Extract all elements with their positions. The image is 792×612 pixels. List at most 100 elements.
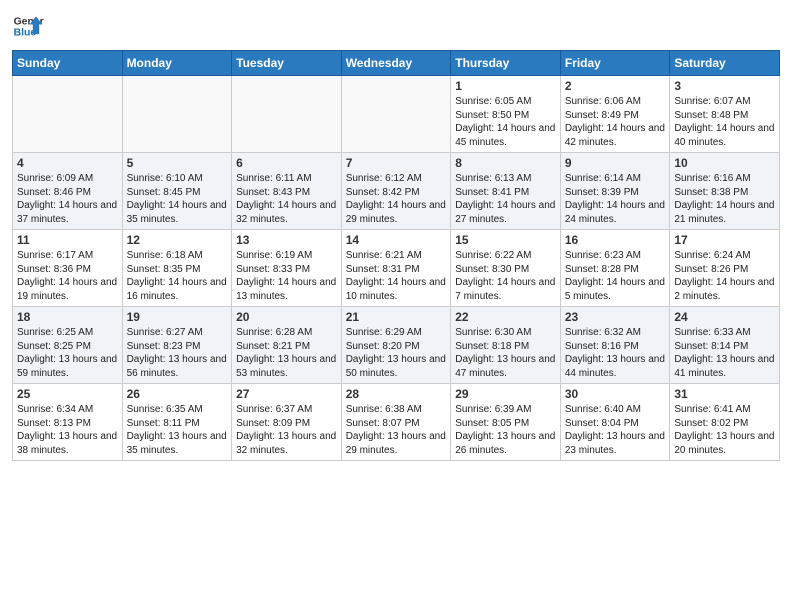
day-number: 10 [674, 156, 775, 170]
day-info: Sunrise: 6:29 AM Sunset: 8:20 PM Dayligh… [346, 326, 447, 380]
page-container: General Blue SundayMondayTuesdayWednesda… [0, 0, 792, 469]
day-number: 14 [346, 233, 447, 247]
calendar-week-row: 25 Sunrise: 6:34 AM Sunset: 8:13 PM Dayli… [13, 384, 780, 461]
day-info: Sunrise: 6:41 AM Sunset: 8:02 PM Dayligh… [674, 403, 775, 457]
calendar-table: SundayMondayTuesdayWednesdayThursdayFrid… [12, 50, 780, 461]
header-tuesday: Tuesday [232, 51, 342, 76]
day-info: Sunrise: 6:18 AM Sunset: 8:35 PM Dayligh… [127, 249, 228, 303]
day-info: Sunrise: 6:24 AM Sunset: 8:26 PM Dayligh… [674, 249, 775, 303]
day-info: Sunrise: 6:30 AM Sunset: 8:18 PM Dayligh… [455, 326, 556, 380]
day-number: 8 [455, 156, 556, 170]
day-number: 21 [346, 310, 447, 324]
header-friday: Friday [560, 51, 670, 76]
day-number: 9 [565, 156, 666, 170]
day-number: 16 [565, 233, 666, 247]
calendar-cell: 4 Sunrise: 6:09 AM Sunset: 8:46 PM Daylig… [13, 153, 123, 230]
calendar-cell: 21 Sunrise: 6:29 AM Sunset: 8:20 PM Dayli… [341, 307, 451, 384]
header-saturday: Saturday [670, 51, 780, 76]
day-info: Sunrise: 6:06 AM Sunset: 8:49 PM Dayligh… [565, 95, 666, 149]
day-number: 12 [127, 233, 228, 247]
calendar-cell: 23Sunrise: 6:32 AM Sunset: 8:16 PM Dayli… [560, 307, 670, 384]
calendar-cell: 2 Sunrise: 6:06 AM Sunset: 8:49 PM Daylig… [560, 76, 670, 153]
day-number: 18 [17, 310, 118, 324]
day-number: 4 [17, 156, 118, 170]
day-number: 3 [674, 79, 775, 93]
day-number: 20 [236, 310, 337, 324]
day-info: Sunrise: 6:12 AM Sunset: 8:42 PM Dayligh… [346, 172, 447, 226]
day-number: 7 [346, 156, 447, 170]
calendar-week-row: 18 Sunrise: 6:25 AM Sunset: 8:25 PM Dayli… [13, 307, 780, 384]
header: General Blue [12, 10, 780, 42]
calendar-cell: 3 Sunrise: 6:07 AM Sunset: 8:48 PM Daylig… [670, 76, 780, 153]
calendar-cell: 16 Sunrise: 6:23 AM Sunset: 8:28 PM Dayli… [560, 230, 670, 307]
calendar-cell: 29Sunrise: 6:39 AM Sunset: 8:05 PM Dayli… [451, 384, 561, 461]
header-sunday: Sunday [13, 51, 123, 76]
day-number: 15 [455, 233, 556, 247]
day-info: Sunrise: 6:21 AM Sunset: 8:31 PM Dayligh… [346, 249, 447, 303]
header-thursday: Thursday [451, 51, 561, 76]
calendar-cell: 22 Sunrise: 6:30 AM Sunset: 8:18 PM Dayli… [451, 307, 561, 384]
logo-icon: General Blue [12, 10, 44, 42]
calendar-cell: 10Sunrise: 6:16 AM Sunset: 8:38 PM Dayli… [670, 153, 780, 230]
day-info: Sunrise: 6:22 AM Sunset: 8:30 PM Dayligh… [455, 249, 556, 303]
day-number: 22 [455, 310, 556, 324]
calendar-cell: 30 Sunrise: 6:40 AM Sunset: 8:04 PM Dayli… [560, 384, 670, 461]
day-info: Sunrise: 6:25 AM Sunset: 8:25 PM Dayligh… [17, 326, 118, 380]
day-info: Sunrise: 6:37 AM Sunset: 8:09 PM Dayligh… [236, 403, 337, 457]
day-info: Sunrise: 6:35 AM Sunset: 8:11 PM Dayligh… [127, 403, 228, 457]
day-number: 2 [565, 79, 666, 93]
day-info: Sunrise: 6:27 AM Sunset: 8:23 PM Dayligh… [127, 326, 228, 380]
day-number: 6 [236, 156, 337, 170]
header-monday: Monday [122, 51, 232, 76]
day-info: Sunrise: 6:11 AM Sunset: 8:43 PM Dayligh… [236, 172, 337, 226]
header-wednesday: Wednesday [341, 51, 451, 76]
calendar-cell [122, 76, 232, 153]
day-number: 1 [455, 79, 556, 93]
calendar-cell: 20 Sunrise: 6:28 AM Sunset: 8:21 PM Dayli… [232, 307, 342, 384]
logo: General Blue [12, 10, 44, 42]
day-number: 27 [236, 387, 337, 401]
calendar-cell: 6 Sunrise: 6:11 AM Sunset: 8:43 PM Daylig… [232, 153, 342, 230]
calendar-cell: 17 Sunrise: 6:24 AM Sunset: 8:26 PM Dayli… [670, 230, 780, 307]
calendar-cell [13, 76, 123, 153]
day-number: 28 [346, 387, 447, 401]
calendar-week-row: 11Sunrise: 6:17 AM Sunset: 8:36 PM Dayli… [13, 230, 780, 307]
calendar-week-row: 1 Sunrise: 6:05 AM Sunset: 8:50 PM Daylig… [13, 76, 780, 153]
day-info: Sunrise: 6:19 AM Sunset: 8:33 PM Dayligh… [236, 249, 337, 303]
calendar-cell: 7 Sunrise: 6:12 AM Sunset: 8:42 PM Daylig… [341, 153, 451, 230]
calendar-cell: 27 Sunrise: 6:37 AM Sunset: 8:09 PM Dayli… [232, 384, 342, 461]
calendar-cell: 25 Sunrise: 6:34 AM Sunset: 8:13 PM Dayli… [13, 384, 123, 461]
calendar-cell: 18 Sunrise: 6:25 AM Sunset: 8:25 PM Dayli… [13, 307, 123, 384]
day-info: Sunrise: 6:23 AM Sunset: 8:28 PM Dayligh… [565, 249, 666, 303]
calendar-cell: 11Sunrise: 6:17 AM Sunset: 8:36 PM Dayli… [13, 230, 123, 307]
day-info: Sunrise: 6:28 AM Sunset: 8:21 PM Dayligh… [236, 326, 337, 380]
calendar-cell: 28Sunrise: 6:38 AM Sunset: 8:07 PM Dayli… [341, 384, 451, 461]
day-number: 17 [674, 233, 775, 247]
calendar-week-row: 4 Sunrise: 6:09 AM Sunset: 8:46 PM Daylig… [13, 153, 780, 230]
day-info: Sunrise: 6:07 AM Sunset: 8:48 PM Dayligh… [674, 95, 775, 149]
day-number: 25 [17, 387, 118, 401]
calendar-cell: 13 Sunrise: 6:19 AM Sunset: 8:33 PM Dayli… [232, 230, 342, 307]
calendar-cell: 8 Sunrise: 6:13 AM Sunset: 8:41 PM Daylig… [451, 153, 561, 230]
day-info: Sunrise: 6:10 AM Sunset: 8:45 PM Dayligh… [127, 172, 228, 226]
calendar-cell [341, 76, 451, 153]
calendar-cell [232, 76, 342, 153]
day-number: 13 [236, 233, 337, 247]
calendar-cell: 31Sunrise: 6:41 AM Sunset: 8:02 PM Dayli… [670, 384, 780, 461]
calendar-header-row: SundayMondayTuesdayWednesdayThursdayFrid… [13, 51, 780, 76]
calendar-cell: 26 Sunrise: 6:35 AM Sunset: 8:11 PM Dayli… [122, 384, 232, 461]
day-info: Sunrise: 6:13 AM Sunset: 8:41 PM Dayligh… [455, 172, 556, 226]
day-number: 19 [127, 310, 228, 324]
calendar-cell: 14 Sunrise: 6:21 AM Sunset: 8:31 PM Dayli… [341, 230, 451, 307]
day-info: Sunrise: 6:40 AM Sunset: 8:04 PM Dayligh… [565, 403, 666, 457]
day-number: 5 [127, 156, 228, 170]
calendar-cell: 15 Sunrise: 6:22 AM Sunset: 8:30 PM Dayli… [451, 230, 561, 307]
calendar-cell: 5 Sunrise: 6:10 AM Sunset: 8:45 PM Daylig… [122, 153, 232, 230]
day-info: Sunrise: 6:09 AM Sunset: 8:46 PM Dayligh… [17, 172, 118, 226]
day-number: 30 [565, 387, 666, 401]
day-number: 26 [127, 387, 228, 401]
day-info: Sunrise: 6:05 AM Sunset: 8:50 PM Dayligh… [455, 95, 556, 149]
day-number: 24 [674, 310, 775, 324]
day-info: Sunrise: 6:34 AM Sunset: 8:13 PM Dayligh… [17, 403, 118, 457]
day-info: Sunrise: 6:39 AM Sunset: 8:05 PM Dayligh… [455, 403, 556, 457]
